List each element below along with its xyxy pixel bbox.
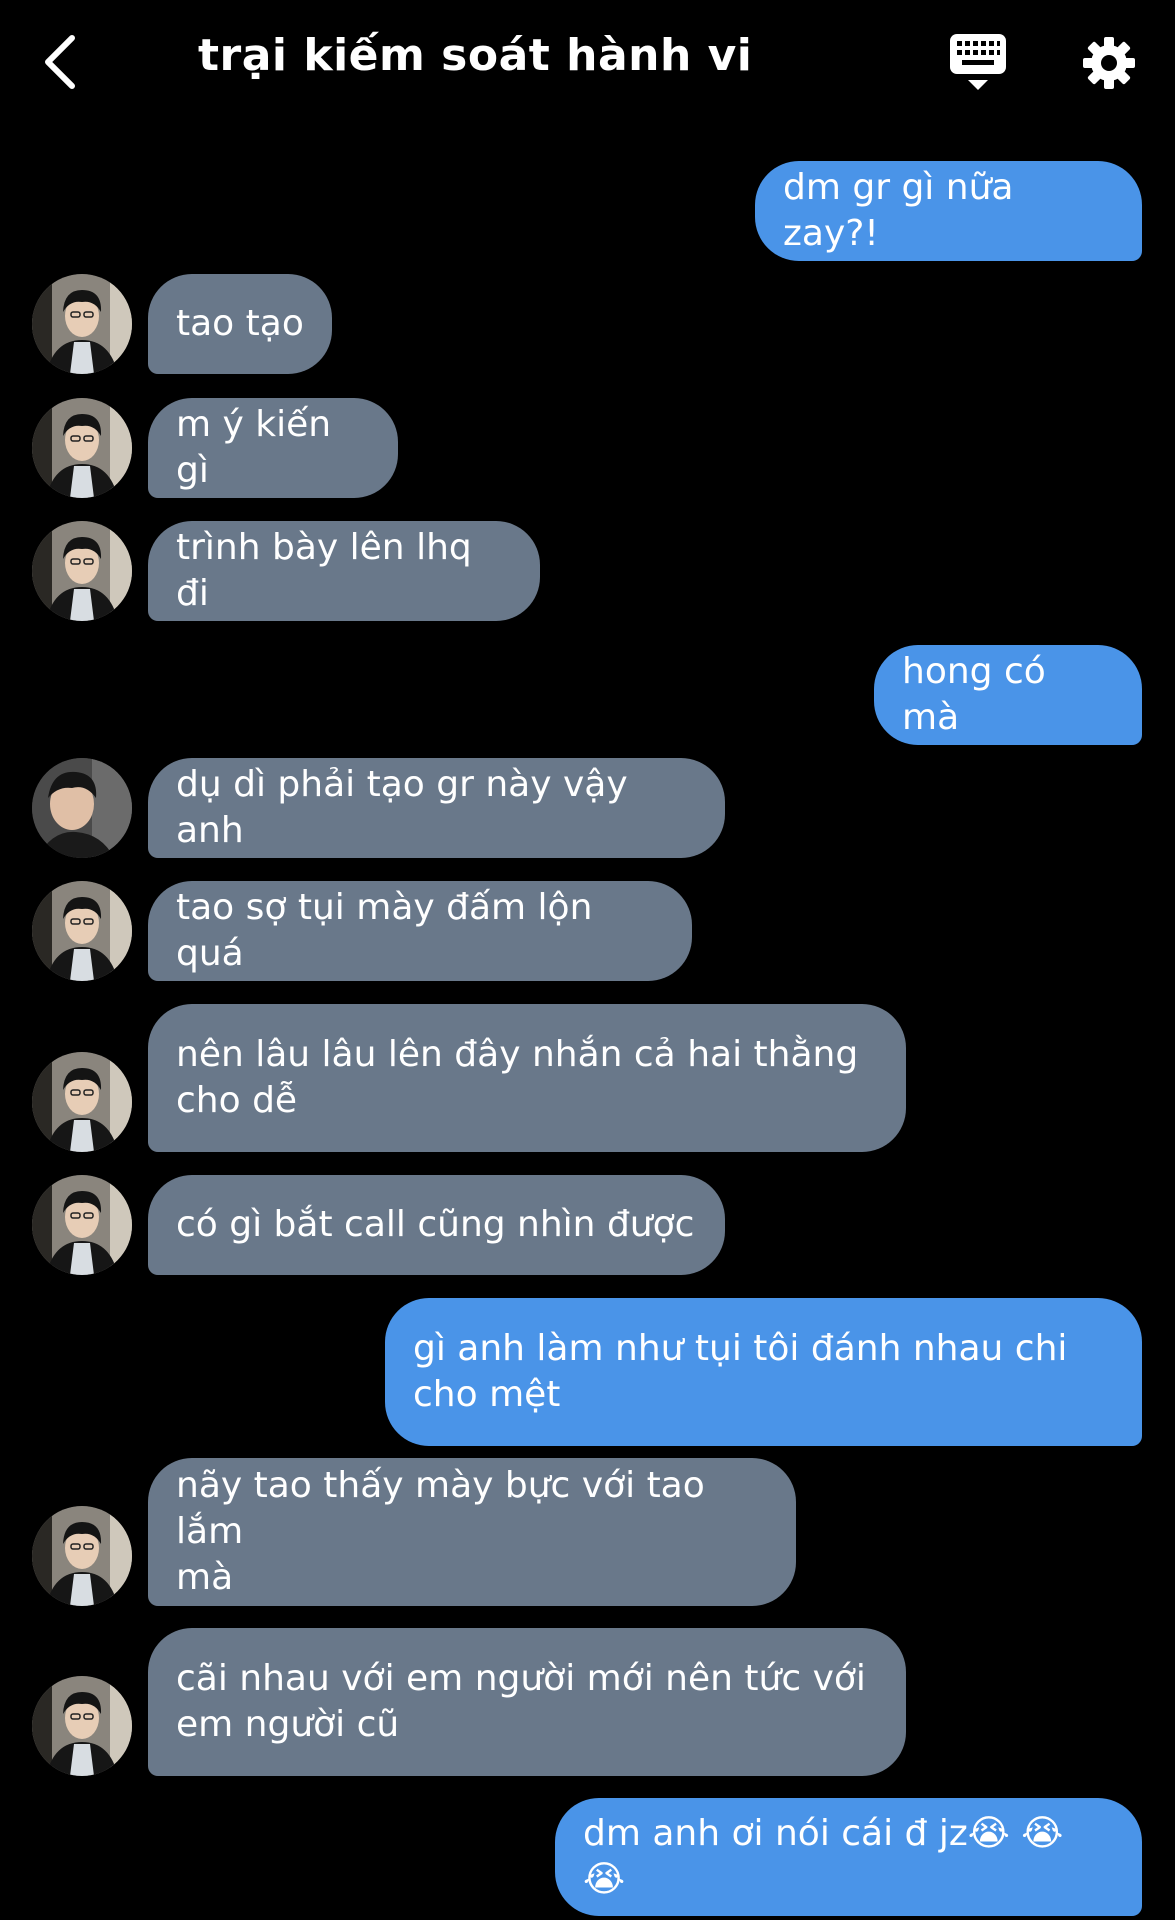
sender-avatar[interactable] bbox=[32, 1506, 132, 1606]
settings-button[interactable] bbox=[1080, 30, 1138, 96]
chat-header: trại kiếm soát hành vi bbox=[0, 0, 1175, 130]
sender-avatar[interactable] bbox=[32, 1052, 132, 1152]
sender-avatar[interactable] bbox=[32, 1175, 132, 1275]
incoming-message-bubble[interactable]: nên lâu lâu lên đây nhắn cả hai thằng ch… bbox=[148, 1004, 906, 1152]
incoming-message-bubble[interactable]: tao tạo bbox=[148, 274, 332, 374]
outgoing-message-bubble[interactable]: dm gr gì nữa zay?! bbox=[755, 161, 1142, 261]
sender-avatar[interactable] bbox=[32, 521, 132, 621]
gear-icon bbox=[1083, 37, 1135, 89]
sender-avatar[interactable] bbox=[32, 398, 132, 498]
keyboard-icon bbox=[950, 34, 1006, 90]
keyboard-button[interactable] bbox=[946, 30, 1010, 96]
sender-avatar[interactable] bbox=[32, 758, 132, 858]
chat-title: trại kiếm soát hành vi bbox=[198, 30, 753, 81]
sender-avatar[interactable] bbox=[32, 274, 132, 374]
outgoing-message-bubble[interactable]: dm anh ơi nói cái đ jz😭 😭 😭 bbox=[555, 1798, 1142, 1916]
incoming-message-bubble[interactable]: dụ dì phải tạo gr này vậy anh bbox=[148, 758, 725, 858]
outgoing-message-bubble[interactable]: gì anh làm như tụi tôi đánh nhau chi cho… bbox=[385, 1298, 1142, 1446]
incoming-message-bubble[interactable]: cãi nhau với em người mới nên tức với em… bbox=[148, 1628, 906, 1776]
sender-avatar[interactable] bbox=[32, 881, 132, 981]
incoming-message-bubble[interactable]: có gì bắt call cũng nhìn được bbox=[148, 1175, 725, 1275]
incoming-message-bubble[interactable]: trình bày lên lhq đi bbox=[148, 521, 540, 621]
back-button[interactable] bbox=[40, 28, 90, 98]
incoming-message-bubble[interactable]: nãy tao thấy mày bực với tao lắm mà bbox=[148, 1458, 796, 1606]
back-chevron-icon bbox=[45, 35, 75, 89]
incoming-message-bubble[interactable]: m ý kiến gì bbox=[148, 398, 398, 498]
incoming-message-bubble[interactable]: tao sợ tụi mày đấm lộn quá bbox=[148, 881, 692, 981]
sender-avatar[interactable] bbox=[32, 1676, 132, 1776]
outgoing-message-bubble[interactable]: hong có mà bbox=[874, 645, 1142, 745]
